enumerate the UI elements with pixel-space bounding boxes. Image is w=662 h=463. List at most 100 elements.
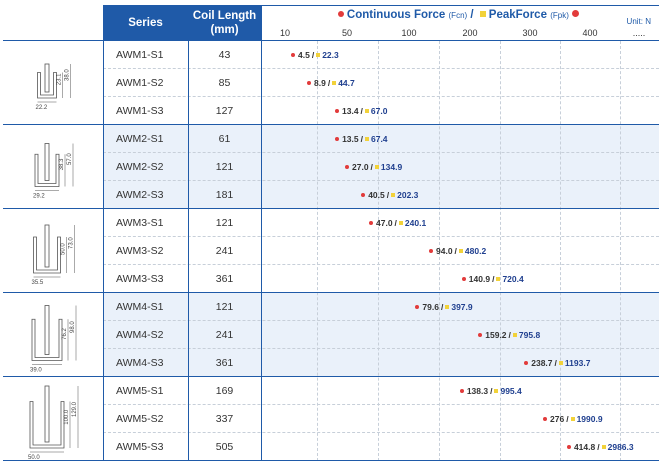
continuous-dot-icon: [415, 305, 420, 309]
series-cell: AWM1-S3: [116, 105, 164, 117]
coil-length-cell: 121: [215, 161, 234, 173]
profile-figure: 29.2 38.3 57.0: [3, 125, 103, 209]
force-marker: 276/ 1990.9: [543, 414, 603, 424]
peak-square-icon: [570, 417, 575, 421]
magnet-yoke: [33, 236, 61, 274]
column-divider: [103, 5, 104, 461]
peak-value: 22.3: [322, 50, 339, 60]
value-separator: /: [360, 134, 363, 144]
magnet-yoke: [34, 153, 60, 187]
coil-plate: [44, 305, 50, 355]
continuous-value: 159.2: [485, 330, 507, 340]
peak-square-icon: [479, 10, 486, 17]
coil-length-cell: 121: [215, 217, 234, 229]
force-marker: 414.8/ 2986.3: [566, 442, 634, 452]
peak-square-icon: [364, 109, 369, 113]
continuous-dot-icon: [459, 389, 464, 393]
peak-square-icon: [398, 221, 403, 225]
force-marker: 79.6/ 397.9: [415, 302, 473, 312]
series-cell: AWM1-S2: [116, 77, 164, 89]
continuous-dot-icon: [478, 333, 483, 337]
series-cell: AWM5-S2: [116, 413, 164, 425]
continuous-value: 27.0: [352, 162, 369, 172]
peak-value: 995.4: [500, 386, 522, 396]
inner-height-label: 76.2: [62, 328, 68, 340]
peak-value: 397.9: [451, 302, 473, 312]
profile-drawing: 35.5 50.073.0: [32, 224, 75, 286]
series-cell: AWM1-S1: [116, 49, 164, 61]
force-marker: 13.4/ 67.0: [335, 106, 387, 116]
inner-height-label: 50.0: [61, 243, 67, 255]
coil-length-unit: (mm): [210, 24, 239, 36]
inner-height-label: 23.1: [57, 73, 63, 85]
peak-value: 134.9: [380, 162, 403, 172]
continuous-dot-icon: [335, 137, 340, 141]
peak-square-icon: [494, 389, 499, 393]
x-tick-label: 50: [341, 28, 353, 38]
series-cell: AWM5-S1: [116, 385, 164, 397]
coil-length-cell: 85: [218, 77, 231, 89]
coil-length-cell: 43: [218, 49, 231, 61]
chart-header: Continuous Force (Fcn) / PeakForce (Fpk)…: [261, 5, 659, 41]
series-header: Series: [103, 5, 188, 41]
x-tick-label: .....: [632, 28, 646, 38]
series-cell: AWM3-S2: [116, 245, 164, 257]
coil-length-label: Coil Length: [192, 10, 257, 22]
legend-continuous: Continuous Force: [346, 9, 446, 21]
x-tick-label: 300: [522, 28, 538, 38]
coil-length-cell: 505: [215, 441, 234, 453]
table-row: AWM1-S1 43: [103, 41, 659, 69]
series-cell: AWM2-S1: [116, 133, 164, 145]
coil-plate: [44, 385, 50, 443]
coil-length-cell: 361: [215, 357, 234, 369]
outer-height-label: 129.0: [72, 401, 78, 417]
continuous-value: 276: [550, 414, 565, 424]
column-divider: [188, 5, 189, 461]
continuous-dot-icon: [429, 249, 433, 253]
coil-plate: [44, 63, 50, 93]
magnet-yoke: [37, 72, 57, 99]
width-label: 50.0: [28, 455, 40, 461]
series-cell: AWM4-S1: [116, 301, 164, 313]
value-separator: /: [566, 414, 569, 424]
coil-length-cell: 127: [215, 105, 234, 117]
coil-length-cell: 241: [215, 245, 234, 257]
continuous-value: 13.5: [342, 134, 359, 144]
outer-height-label: 73.0: [69, 237, 75, 249]
force-marker: 8.9/ 44.7: [307, 78, 355, 88]
force-marker: 238.7/ 1193.7: [524, 358, 590, 368]
profile-drawing: 22.2 23.1 38.0: [36, 63, 71, 111]
value-separator: /: [508, 330, 511, 340]
peak-value: 795.8: [518, 330, 541, 340]
peak-square-icon: [601, 445, 606, 449]
series-cell: AWM3-S3: [116, 273, 164, 285]
x-tick-label: 400: [582, 28, 598, 38]
outer-height-label: 98.0: [70, 321, 76, 333]
width-label: 35.5: [32, 280, 44, 286]
coil-length-cell: 121: [215, 301, 234, 313]
coil-length-cell: 337: [215, 413, 234, 425]
peak-square-icon: [391, 193, 396, 197]
continuous-dot-icon: [337, 10, 344, 17]
continuous-value: 40.5: [368, 190, 385, 200]
coil-length-cell: 61: [218, 133, 231, 145]
peak-square-icon: [458, 249, 463, 253]
continuous-dot-icon: [461, 277, 466, 281]
value-separator: /: [370, 162, 373, 172]
peak-square-icon: [496, 277, 501, 281]
figure-header: [3, 5, 103, 41]
value-separator: /: [554, 358, 557, 368]
peak-value: 720.4: [502, 274, 524, 284]
profile-figure: 22.2 23.1 38.0: [3, 41, 103, 125]
value-separator: /: [490, 386, 493, 396]
continuous-value: 238.7: [531, 358, 553, 368]
force-marker: 140.9/ 720.4: [461, 274, 524, 284]
group-separator: [103, 460, 659, 461]
outer-height-label: 57.0: [67, 153, 73, 165]
coil-length-header: Coil Length (mm): [188, 5, 261, 41]
peak-square-icon: [512, 333, 517, 337]
column-divider: [261, 5, 262, 461]
group-separator: [103, 376, 659, 377]
x-tick-label: 10: [279, 28, 291, 38]
continuous-dot-icon: [335, 109, 339, 113]
